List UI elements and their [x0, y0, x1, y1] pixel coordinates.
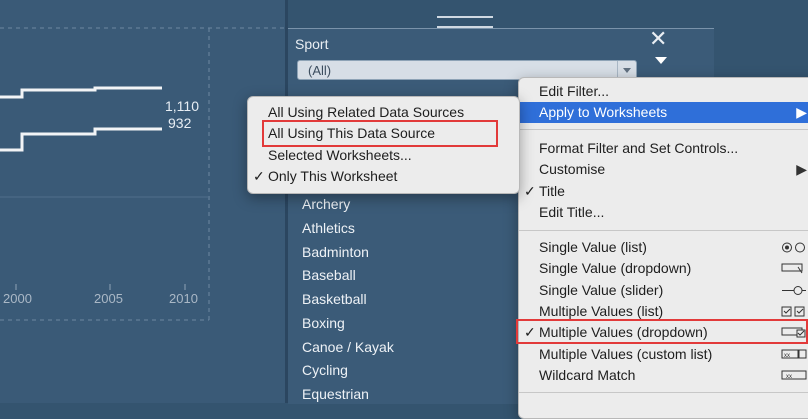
menu-item-customise[interactable]: Customise ▶ [519, 159, 808, 180]
list-item[interactable]: Boxing [302, 315, 345, 331]
highlight-box [262, 120, 498, 147]
custom-list-icon: xx [781, 349, 807, 359]
menu-item-label: Multiple Values (custom list) [539, 346, 713, 362]
svg-text:xx: xx [784, 353, 790, 359]
menu-item-format-filter[interactable]: Format Filter and Set Controls... [519, 138, 808, 159]
menu-item-title[interactable]: ✓ Title [519, 181, 808, 202]
series-value-label: 1,110 [165, 98, 199, 114]
menu-item-wildcard-match[interactable]: Wildcard Match xx [519, 365, 808, 386]
chart-svg [0, 27, 285, 321]
menu-item-edit-filter[interactable]: Edit Filter... [519, 81, 808, 102]
menu-item-label: Single Value (slider) [539, 282, 664, 298]
list-item[interactable]: Baseball [302, 267, 356, 283]
menu-item-label: Edit Filter... [539, 83, 610, 99]
menu-item-label: Format Filter and Set Controls... [539, 140, 739, 156]
x-tick-label: 2005 [94, 291, 123, 306]
filter-context-menu: Edit Filter... Apply to Worksheets ▶ Form… [518, 77, 808, 419]
menu-separator [519, 230, 808, 231]
dropdown-icon [781, 263, 803, 274]
close-icon[interactable]: ✕ [649, 26, 667, 52]
series-line-1110 [0, 86, 162, 99]
menu-item-label: Single Value (list) [539, 239, 647, 255]
checkmark-icon: ✓ [253, 168, 265, 184]
list-item[interactable]: Badminton [302, 244, 369, 260]
filter-title: Sport [295, 36, 329, 52]
svg-text:xx: xx [786, 374, 792, 380]
series-line-932 [0, 127, 162, 152]
list-item[interactable]: Athletics [302, 220, 355, 236]
menu-separator [519, 392, 808, 393]
menu-item-single-value-slider[interactable]: Single Value (slider) [519, 280, 808, 301]
menu-item-label: Wildcard Match [539, 367, 636, 383]
filter-menu-caret-icon[interactable] [655, 57, 667, 64]
list-item[interactable]: Cycling [302, 362, 348, 378]
menu-item-label: Selected Worksheets... [268, 147, 412, 163]
list-item[interactable]: Canoe / Kayak [302, 339, 394, 355]
series-value-label: 932 [168, 115, 192, 131]
list-item[interactable]: Archery [302, 196, 350, 212]
wildcard-icon: xx [781, 370, 807, 380]
menu-item-label: Only This Worksheet [268, 168, 398, 184]
drag-handle-icon[interactable] [437, 16, 493, 28]
line-chart: 1,110 932 2000 2005 2010 [0, 0, 285, 403]
menu-item-label: Multiple Values (list) [539, 303, 664, 319]
checkmark-icon: ✓ [524, 183, 536, 199]
x-tick-label: 2010 [169, 291, 198, 306]
menu-item-apply-to-worksheets[interactable]: Apply to Worksheets ▶ [519, 102, 808, 123]
dropdown-value: (All) [308, 63, 332, 78]
submenu-item-selected-worksheets[interactable]: Selected Worksheets... [248, 145, 519, 166]
menu-item-multiple-values-custom-list[interactable]: Multiple Values (custom list) xx [519, 344, 808, 365]
menu-item-label: All Using Related Data Sources [268, 104, 465, 120]
menu-item-label: Single Value (dropdown) [539, 260, 692, 276]
submenu-arrow-icon: ▶ [796, 104, 807, 120]
submenu-item-only-this-worksheet[interactable]: ✓ Only This Worksheet [248, 166, 519, 187]
menu-item-label: Apply to Worksheets [539, 104, 668, 120]
slider-icon [782, 286, 806, 295]
menu-item-single-value-list[interactable]: Single Value (list) [519, 237, 808, 258]
list-item[interactable]: Equestrian [302, 386, 369, 402]
list-item[interactable]: Basketball [302, 291, 367, 307]
radio-buttons-icon [782, 242, 805, 253]
x-tick-label: 2000 [3, 291, 32, 306]
highlight-box [516, 319, 808, 344]
checkboxes-icon [781, 306, 805, 317]
menu-item-edit-title[interactable]: Edit Title... [519, 202, 808, 223]
menu-item-label: Title [539, 183, 565, 199]
menu-item-label: Customise [539, 161, 606, 177]
menu-separator [519, 129, 808, 130]
menu-item-single-value-dropdown[interactable]: Single Value (dropdown) [519, 258, 808, 279]
submenu-arrow-icon: ▶ [796, 161, 807, 177]
menu-item-label: Edit Title... [539, 204, 605, 220]
